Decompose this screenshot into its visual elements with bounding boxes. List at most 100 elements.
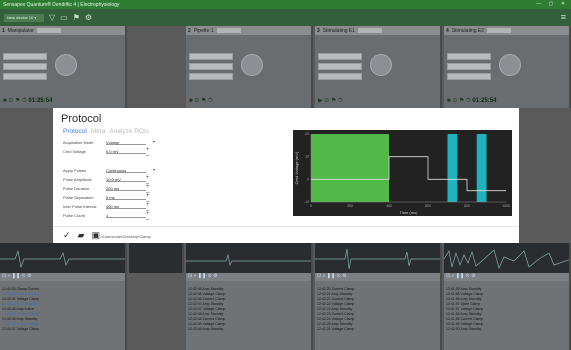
trace-waveform — [0, 249, 125, 269]
pulse-duration-input[interactable]: 200 ms — [106, 186, 146, 191]
log-entry: 12:42:49 Amp Standby — [188, 327, 224, 331]
position-target-icon[interactable] — [370, 54, 392, 76]
confirm-check-icon[interactable]: ✓ — [63, 231, 71, 240]
event-log-3[interactable]: 12:42:20 Current Clamp 12:42:21 Amp Stan… — [315, 281, 442, 350]
window-controls[interactable]: — ▢ ✕ — [536, 1, 568, 7]
chevron-down-icon[interactable]: ▾ — [153, 139, 155, 144]
field-label: Pulse Count — [63, 213, 85, 218]
device-select[interactable]: New device 10 ▾ — [4, 13, 44, 22]
trace-controls-3[interactable]: ⊡ ⌕ ❚❚ ⊙ ⚙ — [315, 273, 442, 281]
panel-footer: ■ ⊙ ⚑ ⏱ 01:25:54 — [447, 98, 497, 104]
panel-number: 3 — [317, 27, 320, 34]
readout-x — [318, 53, 362, 60]
event-log-4[interactable]: 12:41:55 Amp Standby 12:41:56 Voltage Cl… — [444, 281, 571, 350]
device-panel-3: 3 Stimulating E1 ▶ ⊙ ⚑ ⏱ — [315, 26, 442, 108]
field-pulse-separation: Pulse Separation 5 ms + – — [63, 193, 155, 205]
position-target-icon[interactable] — [241, 54, 263, 76]
monitor-icon[interactable]: ▭ — [60, 13, 68, 22]
flag-icon[interactable]: ⚑ — [73, 13, 80, 22]
chart-x-tick-1000: 1000 — [502, 204, 510, 208]
tab-protocol[interactable]: Protocol — [63, 128, 87, 135]
panel-field[interactable] — [487, 28, 512, 33]
chart-x-tick-200: 200 — [347, 204, 353, 208]
readout-x — [189, 53, 233, 60]
panel-header: 4 Stimulating E2 — [444, 26, 569, 35]
field-label: Apply Pulses — [63, 168, 87, 173]
log-entry: 12:42:26 Voltage Clamp — [317, 327, 355, 331]
field-pulse-amplitude: Pulse Amplitude 10.0 mV + – — [63, 175, 155, 187]
tab-analyze-rois[interactable]: Analyze ROIs — [109, 128, 149, 135]
stepper-buttons[interactable]: + – — [146, 147, 155, 159]
trace-controls-4[interactable]: ⊡ ⌕ ❚❚ ⊙ ⚙ — [444, 273, 571, 281]
device-panel-4: 4 Stimulating E2 ■ ⊙ ⚑ ⏱ 01:25:54 — [444, 26, 571, 108]
trace-view-2[interactable] — [186, 243, 313, 273]
field-cmd-voltage: Cmd Voltage 0.0 mV + – — [63, 147, 155, 159]
trace-view-1[interactable] — [0, 243, 127, 273]
readout-x — [447, 53, 491, 60]
readout-z — [447, 73, 491, 80]
log-entry: 12:43:37 Voltage Clamp — [2, 327, 40, 331]
apply-pulses-select[interactable]: Continuous — [106, 168, 146, 173]
chevron-down-icon[interactable]: ▾ — [153, 167, 155, 172]
title-bar: Sensapex Quantum® Dendritic 4 | Electrop… — [0, 0, 571, 9]
field-pulse-duration: Pulse Duration 200 ms + – — [63, 184, 155, 196]
field-label: Cmd Voltage — [63, 149, 86, 154]
panel-field[interactable] — [216, 28, 241, 33]
filter-icon[interactable]: ▽ — [49, 13, 55, 22]
log-entry: 12:42:00 Amp Standby — [446, 327, 482, 331]
dialog-footer: ✓ ▰ ▣ C:\Users\user\Desktop\Clamp — [53, 226, 519, 243]
chart-y-tick-0: 0 — [307, 177, 309, 181]
trace-view-4[interactable] — [444, 243, 571, 273]
field-label: Pulse Duration — [63, 186, 90, 191]
menu-icon[interactable]: ≡ — [561, 13, 566, 22]
panel-field[interactable] — [36, 28, 61, 33]
field-pulse-count: Pulse Count 1 + – — [63, 211, 155, 223]
field-label: Pulse Amplitude — [63, 177, 92, 182]
event-log-2[interactable]: 12:42:45 Amp Standby 12:42:46 Voltage Cl… — [186, 281, 313, 350]
panel-footer: ▶ ⊙ ⚑ ⏱ — [318, 98, 343, 104]
dialog-title: Protocol — [61, 113, 102, 125]
panel-header: 1 Manipulator — [0, 26, 125, 35]
panel-header: 3 Stimulating E1 — [315, 26, 440, 35]
trace-controls-2[interactable]: ⊡ ⌕ ❚❚ ⊙ ⚙ — [186, 273, 313, 281]
readout-z — [189, 73, 233, 80]
panel-label: Manipulator — [7, 27, 34, 34]
acquisition-mode-select[interactable]: Vclamp — [106, 140, 146, 145]
chart-y-label: Cmd Voltage (mV) — [294, 151, 299, 184]
main-toolbar: New device 10 ▾ ▽ ▭ ⚑ ⚙ ≡ — [0, 9, 571, 26]
trace-waveform — [315, 248, 440, 270]
panel-number: 4 — [446, 27, 449, 34]
position-target-icon[interactable] — [499, 54, 521, 76]
cmd-voltage-input[interactable]: 0.0 mV — [106, 149, 146, 154]
chart-x-label: Time (ms) — [400, 210, 419, 215]
chart-region-0 — [311, 134, 389, 202]
chart-region-1 — [447, 134, 458, 202]
trace-view-3[interactable] — [315, 243, 442, 273]
chart-x-tick-400: 400 — [386, 204, 392, 208]
readout-y — [447, 63, 491, 70]
chart-region-2 — [476, 134, 487, 202]
panel-footer: ■ ⊙ ⚑ ⏱ — [189, 98, 213, 104]
event-log-1[interactable]: 12:43:33 Clamp Current 12:43:33 Clamp Vo… — [0, 281, 127, 350]
field-label: Pulse Separation — [63, 195, 94, 200]
chart-y-tick-20: 20 — [305, 132, 309, 136]
dialog-tabs: Protocol Meta Analyze ROIs — [63, 128, 149, 135]
open-folder-icon[interactable]: ▰ — [78, 231, 85, 240]
chart-x-tick-600: 600 — [425, 204, 431, 208]
inter-pulse-interval-input[interactable]: 400 ms — [106, 204, 146, 209]
device-panel-1: 1 Manipulator ■ ⊙ ⚑ ⏱ 01:25:54 — [0, 26, 127, 108]
tab-meta[interactable]: Meta — [91, 128, 105, 135]
panel-label: Pipette 1 — [193, 27, 214, 34]
readout-x — [3, 53, 47, 60]
readout-y — [3, 63, 47, 70]
stepper-buttons[interactable]: + – — [146, 211, 155, 223]
trace-controls-1[interactable]: ⊡ ⌕ ❚❚ ⊙ ⚙ — [0, 273, 127, 281]
position-target-icon[interactable] — [55, 54, 77, 76]
pulse-separation-input[interactable]: 5 ms — [106, 195, 146, 200]
pulse-count-input[interactable]: 1 — [106, 213, 146, 218]
pulse-amplitude-input[interactable]: 10.0 mV — [106, 177, 146, 182]
gear-icon[interactable]: ⚙ — [85, 13, 92, 22]
panel-label: Stimulating E2 — [451, 27, 485, 34]
trace-view-1b[interactable] — [129, 243, 184, 273]
panel-field[interactable] — [358, 28, 383, 33]
